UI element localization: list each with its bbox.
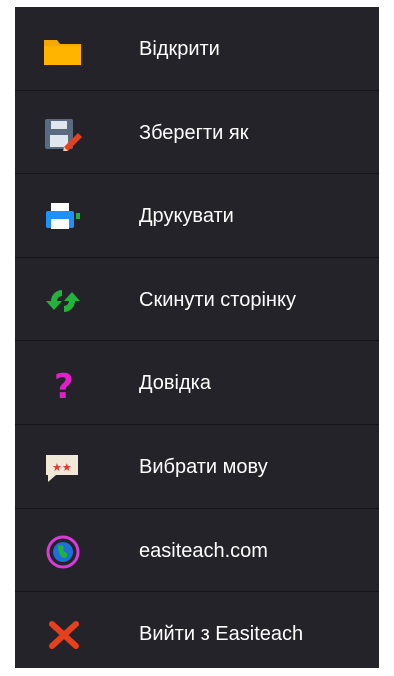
menu-item-label: Довідка xyxy=(139,372,211,395)
svg-text:★★: ★★ xyxy=(52,461,72,474)
menu-item-save-as[interactable]: Зберегти як xyxy=(15,91,379,175)
file-menu: Відкрити Зберегти як Друкувати Скинути с… xyxy=(15,7,379,668)
language-icon: ★★ xyxy=(42,451,84,485)
menu-item-label: Друкувати xyxy=(139,205,234,228)
printer-icon xyxy=(42,200,84,234)
save-as-icon xyxy=(42,117,84,151)
help-icon: ? xyxy=(42,367,84,401)
menu-item-print[interactable]: Друкувати xyxy=(15,174,379,258)
menu-item-open[interactable]: Відкрити xyxy=(15,7,379,91)
menu-item-label: Відкрити xyxy=(139,38,220,60)
menu-item-website[interactable]: easiteach.com xyxy=(15,509,379,593)
menu-item-choose-language[interactable]: ★★ Вибрати мову xyxy=(15,425,379,509)
menu-item-reset-page[interactable]: Скинути сторінку xyxy=(15,258,379,342)
reset-page-icon xyxy=(42,284,84,318)
menu-item-label: easiteach.com xyxy=(139,539,268,562)
menu-item-label: Вийти з Easiteach xyxy=(139,623,304,646)
menu-item-label: Скинути сторінку xyxy=(139,288,296,311)
folder-icon xyxy=(42,33,84,67)
menu-item-exit[interactable]: Вийти з Easiteach xyxy=(15,592,379,676)
svg-text:?: ? xyxy=(54,367,74,401)
menu-item-label: Зберегти як xyxy=(139,121,249,144)
globe-icon xyxy=(42,535,84,569)
menu-item-label: Вибрати мову xyxy=(139,455,268,478)
close-icon xyxy=(42,618,84,652)
menu-item-help[interactable]: ? Довідка xyxy=(15,341,379,425)
